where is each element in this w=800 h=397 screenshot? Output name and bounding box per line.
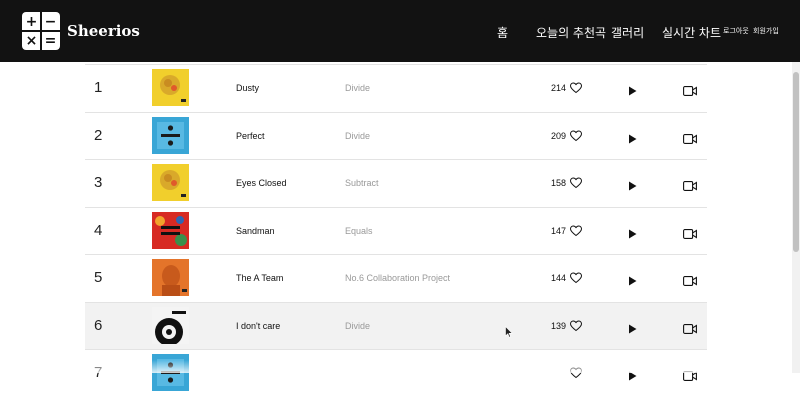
album-art-image[interactable]	[152, 259, 189, 296]
rank-number: 1	[94, 79, 103, 96]
album-art-image[interactable]	[152, 69, 189, 106]
chart-row[interactable]: 5 The A Team No.6 Collaboration Project 144	[85, 254, 707, 302]
logo-plus-symbol: +	[25, 13, 38, 30]
like-count: 214	[551, 83, 567, 93]
bottom-fade	[0, 360, 792, 373]
song-title[interactable]: The A Team	[236, 273, 283, 283]
logo-minus-symbol: −	[44, 13, 57, 30]
logo-times-symbol: ×	[25, 32, 38, 49]
song-title[interactable]: Eyes Closed	[236, 178, 287, 188]
play-icon[interactable]	[628, 83, 637, 96]
scrollbar[interactable]	[792, 62, 800, 373]
heart-icon[interactable]	[569, 176, 583, 189]
album-name: Divide	[345, 83, 371, 93]
rank-number: 4	[94, 221, 103, 239]
song-title[interactable]: Dusty	[236, 83, 259, 93]
nav-gallery[interactable]: 갤러리	[611, 24, 644, 41]
like-count: 147	[551, 225, 567, 236]
chart-row[interactable]: 4 Sandman Equals 147	[85, 206, 707, 255]
chart-row[interactable]: 2 Perfect Divide 209	[85, 111, 707, 160]
nav-realtime-chart[interactable]: 실시간 차트	[662, 24, 721, 41]
nav-recommend[interactable]: 오늘의 추천곡	[536, 24, 606, 41]
like-count: 209	[551, 130, 567, 141]
heart-icon[interactable]	[569, 319, 583, 331]
album-art-image[interactable]	[152, 211, 189, 249]
video-icon[interactable]	[683, 226, 697, 239]
calculator-logo-icon[interactable]: + − × =	[22, 12, 60, 50]
heart-icon[interactable]	[569, 271, 583, 284]
chart-row[interactable]: 1 Dusty Divide 214	[85, 64, 707, 112]
heart-icon[interactable]	[569, 81, 583, 94]
heart-icon[interactable]	[569, 129, 583, 141]
play-icon[interactable]	[628, 226, 637, 238]
nav-home[interactable]: 홈	[497, 24, 508, 41]
chart-row[interactable]: 6 I don't care Divide 139	[85, 301, 707, 350]
video-icon[interactable]	[683, 131, 697, 144]
album-art-image[interactable]	[152, 164, 189, 201]
video-icon[interactable]	[683, 273, 697, 286]
album-art-image[interactable]	[152, 116, 189, 154]
top-navbar: + − × = Sheerios 홈 오늘의 추천곡 갤러리 실시간 차트 로그…	[0, 0, 800, 62]
video-icon[interactable]	[683, 83, 697, 96]
album-name: Subtract	[345, 178, 379, 188]
rank-number: 5	[94, 269, 103, 286]
like-count: 139	[551, 320, 567, 331]
play-icon[interactable]	[628, 178, 637, 191]
play-icon[interactable]	[628, 273, 637, 286]
chart-row[interactable]: 7	[85, 349, 707, 397]
rank-number: 3	[94, 174, 103, 191]
rank-number: 2	[94, 126, 103, 144]
album-name: No.6 Collaboration Project	[345, 273, 451, 283]
heart-icon[interactable]	[569, 224, 583, 236]
mouse-cursor-icon	[505, 326, 513, 338]
album-name: Equals	[345, 225, 373, 236]
album-art-image[interactable]	[152, 306, 189, 346]
video-icon[interactable]	[683, 321, 697, 334]
song-title[interactable]: Perfect	[236, 131, 265, 141]
like-count: 158	[551, 178, 567, 188]
play-icon[interactable]	[628, 131, 637, 143]
song-title[interactable]: I don't care	[236, 321, 280, 331]
scrollbar-thumb[interactable]	[793, 72, 799, 252]
song-title[interactable]: Sandman	[236, 226, 275, 236]
album-name: Divide	[345, 130, 371, 141]
rank-number: 6	[94, 316, 103, 334]
video-icon[interactable]	[683, 178, 697, 191]
signup-link[interactable]: 회원가입	[753, 26, 779, 36]
logo-equals-symbol: =	[44, 32, 57, 49]
chart-row[interactable]: 3 Eyes Closed Subtract 158	[85, 159, 707, 207]
like-count: 144	[551, 273, 567, 283]
logout-link[interactable]: 로그아웃	[723, 26, 749, 36]
brand-name[interactable]: Sheerios	[67, 22, 140, 40]
album-name: Divide	[345, 320, 371, 331]
play-icon[interactable]	[628, 321, 637, 333]
